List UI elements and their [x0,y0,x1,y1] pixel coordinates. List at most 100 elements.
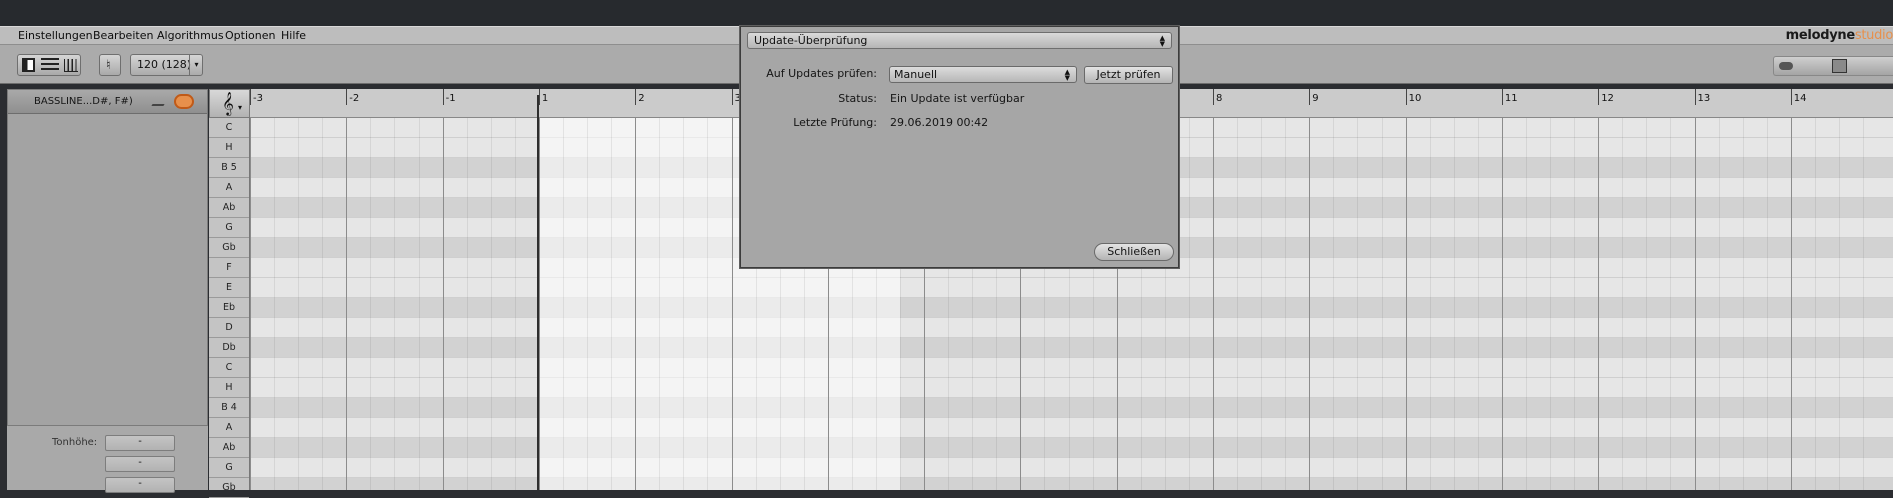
ruler-bar-number: -1 [445,93,456,104]
ruler-tick [731,89,733,105]
piano-key[interactable]: Db [209,338,249,358]
beat-line [1188,118,1190,490]
ruler-tick [1501,89,1503,105]
beat-line [1863,118,1865,490]
metronome-icon: ♮ [106,58,111,73]
bar-line [1598,118,1600,490]
beat-line [1261,118,1263,490]
main-tool-icon[interactable] [1779,62,1793,70]
updown-icon: ▲ ▼ [1064,68,1070,82]
ruler-tick [635,89,637,105]
piano-key[interactable]: C [209,358,249,378]
beat-line [683,118,685,490]
ruler-tick [538,89,540,105]
update-check-dialog: Update-Überprüfung ▲ ▼ Auf Updates prüfen… [740,26,1179,268]
beat-line [1814,118,1816,490]
piano-key[interactable]: F [209,258,249,278]
beat-line [611,118,613,490]
piano-key[interactable]: B 5 [209,158,249,178]
piano-key[interactable]: G [209,218,249,238]
update-frequency-select[interactable]: Manuell ▲ ▼ [889,66,1077,83]
piano-key[interactable]: B 4 [209,398,249,418]
beat-line [490,118,492,490]
ruler-tick [250,89,251,105]
beat-line [1333,118,1335,490]
ruler-bar-number: 9 [1312,93,1319,104]
piano-key[interactable]: G [209,458,249,478]
pitch-tool-icon[interactable] [1832,59,1847,73]
close-button[interactable]: Schließen [1094,243,1174,261]
brand-logo: melodynestudio [1786,28,1893,43]
piano-key[interactable]: Gb [209,238,249,258]
status-label: Status: [838,92,877,105]
bar-line [1213,118,1214,490]
editor-view-icon[interactable] [22,58,35,72]
ruler-bar-number: 2 [638,93,645,104]
ruler-tick [1790,89,1792,105]
bar-line [1501,118,1503,490]
beat-line [394,118,396,490]
check-now-button[interactable]: Jetzt prüfen [1084,66,1173,84]
metronome-button[interactable]: ♮ [99,54,121,76]
ruler-tick [442,89,444,105]
tempo-value: 120 (128) [137,58,192,71]
piano-key[interactable]: A [209,178,249,198]
piano-key[interactable]: C [209,118,249,138]
mixer-view-icon[interactable] [41,58,59,72]
menu-einstellungen[interactable]: Einstellungen [18,29,93,42]
ruler-tick [346,89,348,105]
track-edit-icon[interactable] [151,97,169,106]
bar-line [250,118,251,490]
track-header[interactable]: BASSLINE...D#, F#) [8,90,207,114]
beat-line [1357,118,1359,490]
piano-key[interactable]: Gb [209,478,249,498]
dialog-title-select[interactable]: Update-Überprüfung ▲ ▼ [747,32,1172,49]
clef-selector[interactable]: 𝄞 ▾ [209,89,250,118]
piano-key[interactable]: H [209,378,249,398]
menu-optionen[interactable]: Optionen [225,29,275,42]
treble-clef-icon: 𝄞 [222,91,234,115]
playhead[interactable] [537,95,539,490]
pitch-deviation-field[interactable]: - [105,456,175,472]
tempo-dropdown-arrow[interactable]: ▾ [189,54,203,76]
parameter-field[interactable]: - [105,477,175,493]
beat-line [370,118,372,490]
beat-line [1429,118,1431,490]
status-value: Ein Update ist verfügbar [890,92,1025,105]
beat-line [1381,118,1383,490]
beat-line [659,118,661,490]
note-parameter-panel: Tonhöhe: - - - [7,425,208,493]
track-link-icon[interactable] [174,94,194,109]
piano-key[interactable]: E [209,278,249,298]
check-updates-label: Auf Updates prüfen: [766,67,877,80]
pitch-label: Tonhöhe: [52,437,98,448]
beat-line [1742,118,1744,490]
menu-algorithmus[interactable]: Algorithmus [157,29,224,42]
bar-line [538,118,540,490]
piano-key[interactable]: Ab [209,438,249,458]
piano-keys[interactable]: CHB 5 A Ab G Gb F E Eb D Db C H B 4 A Ab G Gb [209,118,250,498]
piano-key[interactable]: A [209,418,249,438]
beat-line [1646,118,1648,490]
bar-line [442,118,444,490]
beat-line [466,118,468,490]
beat-line [274,118,276,490]
brand-sub: studio [1854,28,1893,43]
beat-line [562,118,564,490]
pitch-field[interactable]: - [105,435,175,451]
beat-line [1622,118,1624,490]
piano-key[interactable]: D [209,318,249,338]
levels-view-icon[interactable] [64,59,78,72]
ruler-bar-number: 14 [1793,93,1807,104]
piano-key[interactable]: Eb [209,298,249,318]
menu-hilfe[interactable]: Hilfe [281,29,306,42]
menu-bearbeiten[interactable]: Bearbeiten [93,29,153,42]
ruler-bar-number: 11 [1504,93,1518,104]
beat-line [514,118,516,490]
track-name: BASSLINE...D#, F#) [34,96,133,107]
piano-key[interactable]: Ab [209,198,249,218]
beat-line [298,118,300,490]
updown-icon: ▲ ▼ [1159,34,1165,48]
piano-key[interactable]: H [209,138,249,158]
dialog-title: Update-Überprüfung [754,34,868,47]
